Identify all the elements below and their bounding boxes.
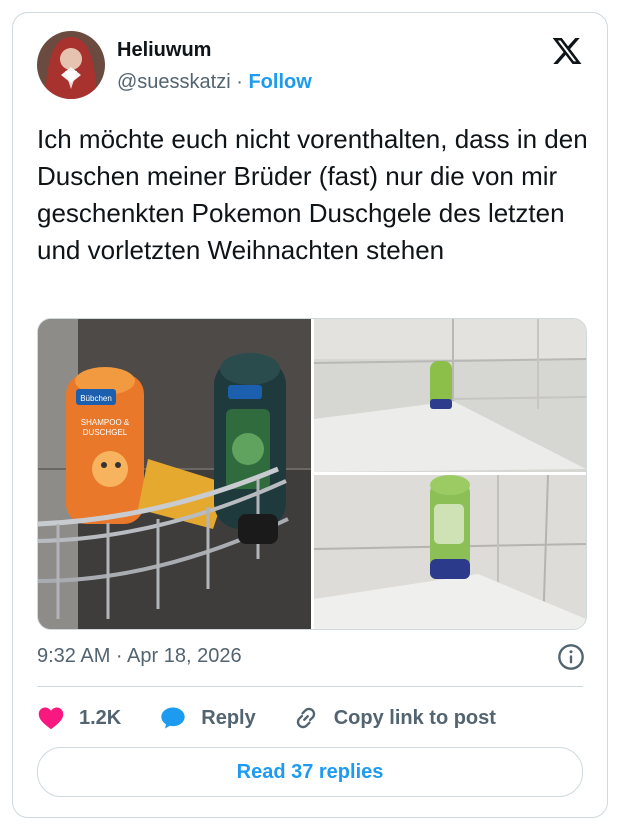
reply-button[interactable]: Reply	[159, 704, 256, 732]
tweet-timestamp[interactable]: 9:32 AM · Apr 18, 2026	[37, 645, 242, 668]
like-count: 1.2K	[79, 706, 122, 729]
avatar[interactable]	[37, 31, 105, 99]
copy-link-label: Copy link to post	[333, 706, 496, 729]
tweet-text: Ich möchte euch nicht vorenthalten, dass…	[37, 124, 588, 265]
photo-bottom-right[interactable]	[313, 474, 586, 629]
heart-icon	[38, 707, 64, 730]
info-icon[interactable]	[557, 643, 585, 671]
speech-bubble-icon	[161, 707, 185, 729]
author-name[interactable]: Heliuwum	[117, 39, 211, 62]
author-handle[interactable]: @suesskatzi	[117, 71, 231, 93]
photo-top-right[interactable]	[313, 319, 586, 472]
photo-left[interactable]: Bübchen SHAMPOO & DUSCHGEL	[38, 319, 311, 629]
read-replies-button[interactable]: Read 37 replies	[37, 747, 583, 797]
x-logo-icon[interactable]	[551, 35, 583, 67]
handle-separator: ·	[230, 71, 249, 93]
tweet-media-grid[interactable]: Bübchen SHAMPOO & DUSCHGEL	[37, 318, 587, 630]
copy-link-button[interactable]: Copy link to post	[292, 704, 496, 732]
like-button[interactable]: 1.2K	[37, 704, 121, 732]
link-icon	[296, 707, 315, 729]
action-bar: 1.2K Reply Copy link to post	[37, 703, 496, 733]
tweet-card: Heliuwum @suesskatzi · Follow Ich möchte…	[12, 12, 608, 818]
follow-button[interactable]: Follow	[248, 71, 311, 93]
reply-label: Reply	[201, 706, 256, 729]
bottle-brand: Bübchen	[80, 394, 112, 403]
divider	[37, 686, 583, 687]
author-handle-row: @suesskatzi · Follow	[117, 71, 312, 94]
bottle-label-2: DUSCHGEL	[83, 428, 128, 437]
bottle-label-1: SHAMPOO &	[81, 418, 130, 427]
